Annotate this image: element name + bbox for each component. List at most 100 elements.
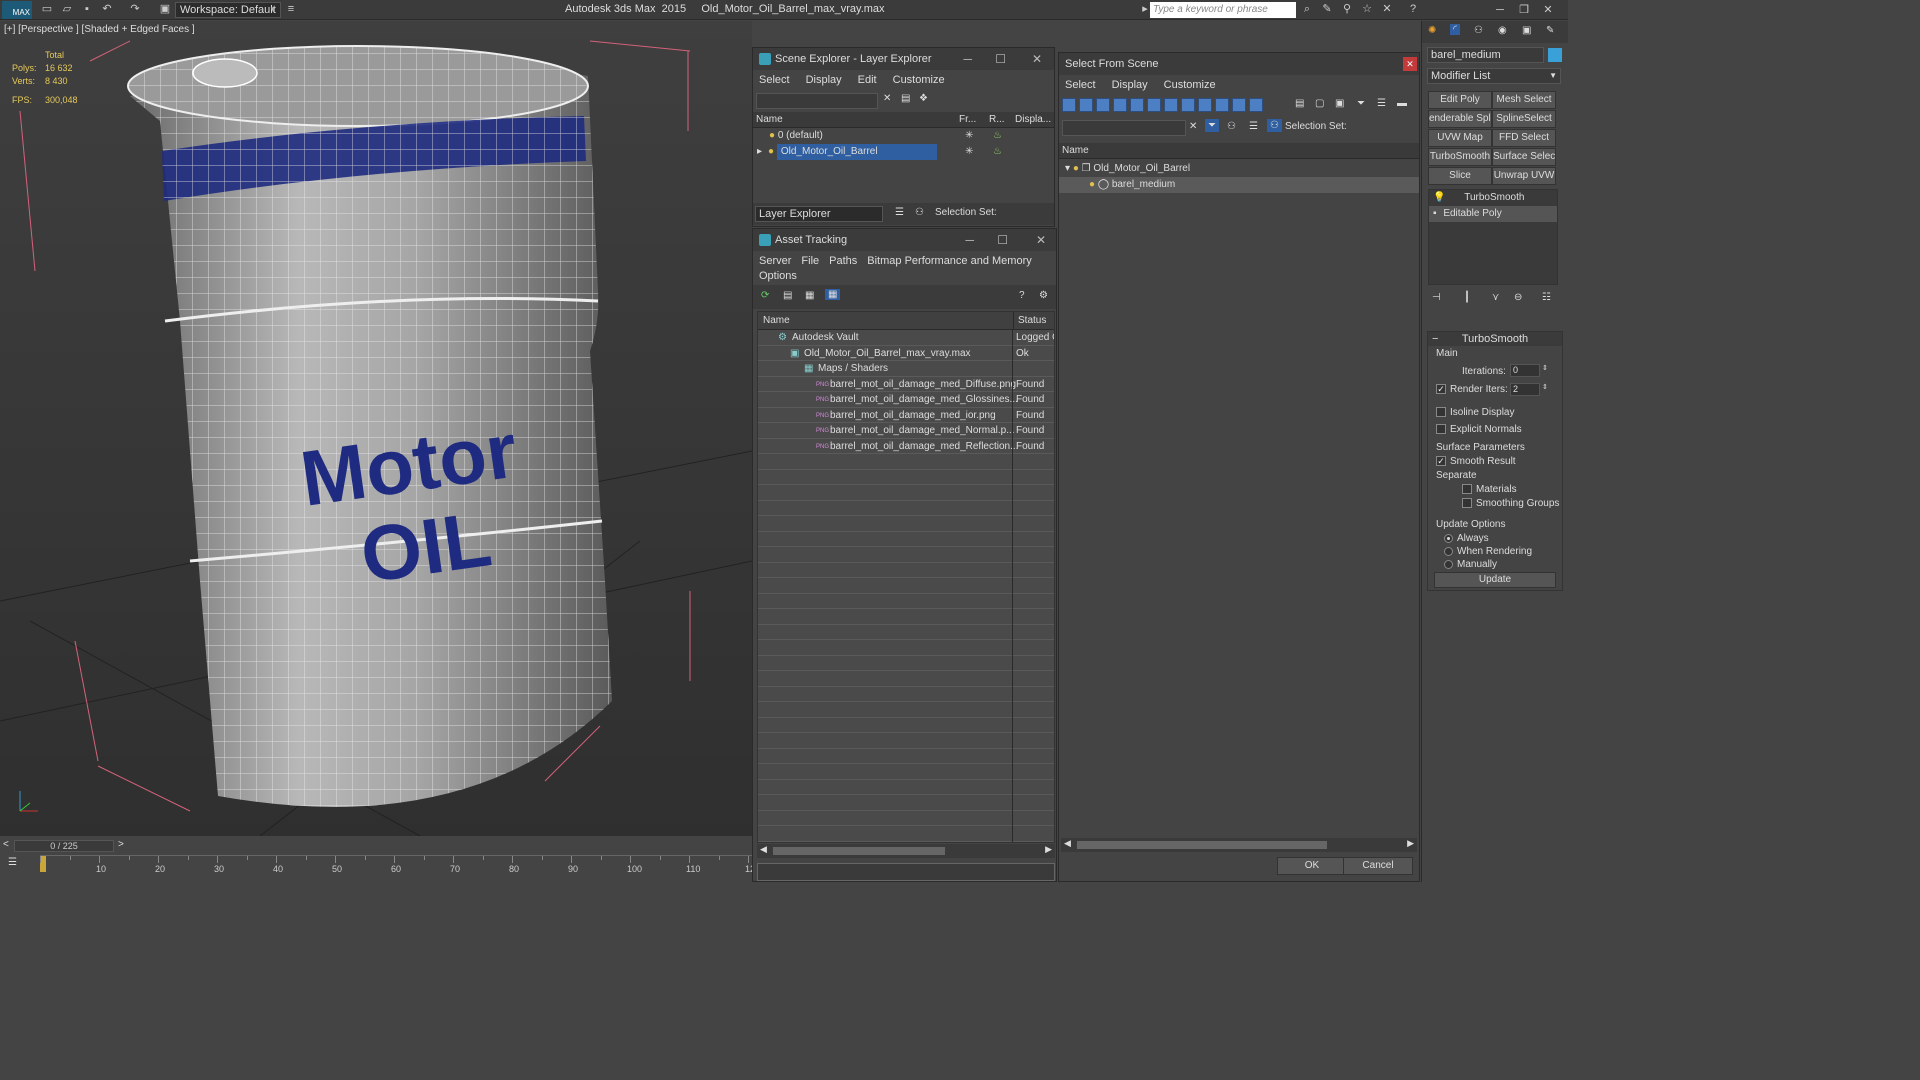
filter-xrefs-icon[interactable]: [1181, 98, 1195, 112]
render-iters-row[interactable]: ✓ Render Iters:: [1436, 384, 1508, 395]
menu-customize[interactable]: Customize: [1164, 75, 1216, 95]
lightbulb-icon[interactable]: ●: [1059, 179, 1095, 190]
menu-customize[interactable]: Customize: [893, 70, 945, 90]
freeze-icon[interactable]: ✳: [965, 128, 973, 144]
help-icon[interactable]: ?: [1019, 290, 1025, 301]
col-frozen[interactable]: Fr...: [959, 112, 976, 128]
always-radio[interactable]: [1444, 533, 1453, 543]
freeze-icon[interactable]: ✳: [965, 144, 973, 160]
hierarchy-view-icon[interactable]: ☰: [1377, 98, 1386, 109]
col-name[interactable]: Name: [756, 112, 783, 128]
asset-row[interactable]: PNG barrel_mot_oil_damage_med_Glossines..…: [758, 392, 1054, 408]
thumbnail-view-icon[interactable]: ▦: [805, 290, 814, 301]
maximize-icon[interactable]: ☐: [997, 229, 1008, 251]
select-all-icon[interactable]: ▤: [1295, 98, 1304, 109]
make-unique-icon[interactable]: ⋎: [1492, 292, 1499, 303]
spline-select-button[interactable]: SplineSelect: [1492, 110, 1556, 128]
filter-shapes-icon[interactable]: [1079, 98, 1093, 112]
cancel-button[interactable]: Cancel: [1343, 857, 1413, 875]
refresh-icon[interactable]: ⟳: [761, 290, 769, 301]
render-iters-spinner[interactable]: 2: [1510, 383, 1540, 396]
scroll-thumb[interactable]: [773, 847, 945, 855]
lightbulb-icon[interactable]: 💡: [1433, 192, 1445, 203]
clear-search-icon[interactable]: ✕: [883, 93, 891, 104]
modify-tab-icon[interactable]: ◜: [1450, 24, 1460, 35]
layers-icon[interactable]: ☰: [895, 207, 904, 218]
restore-button[interactable]: ❐: [1514, 2, 1534, 18]
minimize-icon[interactable]: ─: [963, 48, 972, 70]
link-icon[interactable]: ⚲: [1340, 3, 1354, 16]
binoculars-icon[interactable]: ⌕: [1300, 3, 1314, 16]
manually-row[interactable]: Manually: [1444, 559, 1497, 570]
menu-file[interactable]: File: [801, 251, 819, 271]
scroll-right-icon[interactable]: ▶: [1407, 838, 1414, 849]
expand-icon[interactable]: ▸: [753, 146, 762, 157]
edit-poly-button[interactable]: Edit Poly: [1428, 91, 1492, 109]
asset-row[interactable]: ▦ Maps / Shaders: [758, 361, 1054, 377]
filter-geometry-icon[interactable]: [1062, 98, 1076, 112]
smoothing-groups-row[interactable]: Smoothing Groups: [1462, 498, 1559, 509]
filter-icon[interactable]: ▤: [901, 93, 910, 104]
viewport-label[interactable]: [+] [Perspective ] [Shaded + Edged Faces…: [4, 24, 195, 35]
menu-display[interactable]: Display: [1112, 75, 1148, 95]
scroll-right-icon[interactable]: ▶: [1045, 844, 1052, 855]
perspective-viewport[interactable]: Motor OIL [+] [Perspective ] [Shaded + E…: [0, 21, 752, 836]
lightbulb-icon[interactable]: ●: [753, 130, 775, 141]
close-icon[interactable]: ✕: [1036, 229, 1046, 251]
new-file-icon[interactable]: ▭: [40, 3, 54, 16]
redo-icon[interactable]: ↷: [128, 3, 142, 16]
scene-tree-header[interactable]: Name: [1059, 143, 1419, 159]
settings-icon[interactable]: ⚙: [1039, 290, 1048, 301]
configure-sets-icon[interactable]: ☷: [1542, 292, 1551, 303]
tools-icon[interactable]: ✎: [1320, 3, 1334, 16]
close-button[interactable]: ✕: [1538, 2, 1558, 18]
create-tab-icon[interactable]: ✺: [1428, 25, 1436, 36]
explicit-normals-checkbox[interactable]: [1436, 424, 1446, 435]
scroll-thumb[interactable]: [1077, 841, 1327, 849]
select-invert-icon[interactable]: ▣: [1335, 98, 1344, 109]
show-end-result-icon[interactable]: ┃: [1464, 292, 1470, 303]
undo-icon[interactable]: ↶: [100, 3, 114, 16]
maximize-icon[interactable]: ☐: [995, 48, 1006, 70]
filter-lights-icon[interactable]: [1096, 98, 1110, 112]
menu-display[interactable]: Display: [806, 70, 842, 90]
update-button[interactable]: Update: [1434, 572, 1556, 588]
close-icon[interactable]: ✕: [1032, 48, 1042, 70]
layer-row[interactable]: ● 0 (default) ✳ ♨: [753, 128, 1054, 144]
open-file-icon[interactable]: ▱: [60, 3, 74, 16]
always-row[interactable]: Always: [1444, 533, 1489, 544]
smooth-result-row[interactable]: ✓ Smooth Result: [1436, 456, 1516, 467]
render-teapot-icon[interactable]: ♨: [993, 144, 1002, 160]
renderable-spline-button[interactable]: enderable Splir: [1428, 110, 1492, 128]
prev-frame-icon[interactable]: <: [3, 839, 9, 850]
display-tab-icon[interactable]: ▣: [1522, 25, 1531, 36]
utilities-tab-icon[interactable]: ✎: [1546, 25, 1554, 36]
spinner-arrows-icon[interactable]: ⇕: [1542, 364, 1548, 372]
menu-options[interactable]: Options: [759, 269, 797, 283]
ok-button[interactable]: OK: [1277, 857, 1347, 875]
star-icon[interactable]: ☆: [1360, 3, 1374, 16]
filter-hidden-icon[interactable]: [1249, 98, 1263, 112]
menu-edit[interactable]: Edit: [858, 70, 877, 90]
render-iters-checkbox[interactable]: ✓: [1436, 384, 1446, 395]
close-x-icon[interactable]: ✕: [1380, 3, 1394, 16]
clear-search-icon[interactable]: ✕: [1189, 121, 1197, 132]
when-rendering-row[interactable]: When Rendering: [1444, 546, 1532, 557]
filter-active-icon[interactable]: ⏷: [1205, 119, 1219, 132]
asset-tracking-titlebar[interactable]: Asset Tracking ─ ☐ ✕: [753, 229, 1056, 251]
app-logo[interactable]: MAX: [2, 1, 32, 19]
iterations-spinner[interactable]: 0: [1510, 364, 1540, 377]
help-icon[interactable]: ?: [1406, 3, 1420, 16]
lightbulb-icon[interactable]: ●: [762, 146, 774, 157]
close-icon[interactable]: ✕: [1403, 57, 1417, 71]
workspace-dropdown[interactable]: Workspace: Default ▼: [175, 2, 281, 18]
col-display[interactable]: Displa...: [1015, 112, 1051, 128]
materials-checkbox[interactable]: [1462, 484, 1472, 495]
menu-bitmap-performance[interactable]: Bitmap Performance and Memory: [867, 251, 1031, 271]
stack-item-turbosmooth[interactable]: 💡 TurboSmooth: [1429, 190, 1557, 206]
filter-helpers-icon[interactable]: [1130, 98, 1144, 112]
stack-item-editable-poly[interactable]: ▪ Editable Poly: [1429, 206, 1557, 222]
select-from-scene-titlebar[interactable]: Select From Scene ✕: [1059, 53, 1419, 75]
hierarchy-tab-icon[interactable]: ⚇: [1474, 25, 1483, 36]
search-input[interactable]: Type a keyword or phrase: [1150, 2, 1296, 18]
